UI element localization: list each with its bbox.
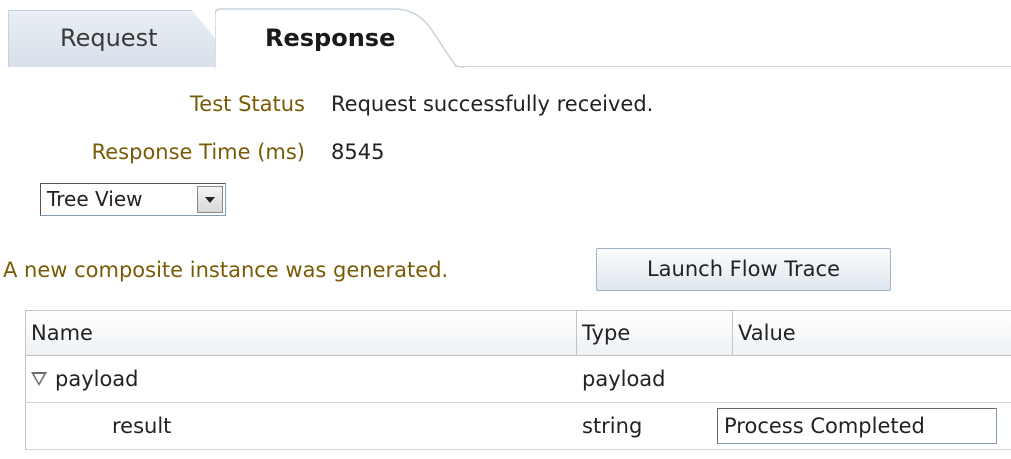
response-time-label: Response Time (ms)	[91, 140, 305, 164]
result-value-field[interactable]	[717, 408, 997, 444]
column-header-type[interactable]: Type	[577, 311, 733, 355]
node-type: string	[582, 414, 643, 438]
node-name: payload	[55, 367, 139, 391]
table-header-row: Name Type Value	[26, 311, 1011, 356]
tab-request-label[interactable]: Request	[60, 24, 158, 52]
node-type: payload	[582, 367, 666, 391]
table-row[interactable]: payload payload	[26, 356, 1011, 403]
test-response-page: Request Response Test Status Request suc…	[0, 0, 1011, 459]
expand-toggle-icon[interactable]	[31, 372, 47, 386]
composite-instance-message: A new composite instance was generated.	[3, 258, 449, 282]
launch-flow-trace-button[interactable]: Launch Flow Trace	[596, 248, 891, 291]
response-time-value: 8545	[331, 140, 385, 164]
view-mode-selected: Tree View	[47, 187, 143, 211]
chevron-down-icon[interactable]	[197, 186, 223, 213]
view-mode-select[interactable]: Tree View	[40, 183, 226, 216]
test-status-label: Test Status	[190, 92, 305, 116]
tab-baseline	[455, 66, 1011, 67]
node-name: result	[112, 414, 172, 438]
tree-node-payload: payload	[26, 356, 577, 402]
column-header-value[interactable]: Value	[733, 311, 1011, 355]
tab-response-label[interactable]: Response	[265, 24, 395, 52]
test-status-value: Request successfully received.	[331, 92, 654, 116]
column-header-name[interactable]: Name	[26, 311, 577, 355]
tab-bar: Request Response	[0, 0, 1011, 68]
